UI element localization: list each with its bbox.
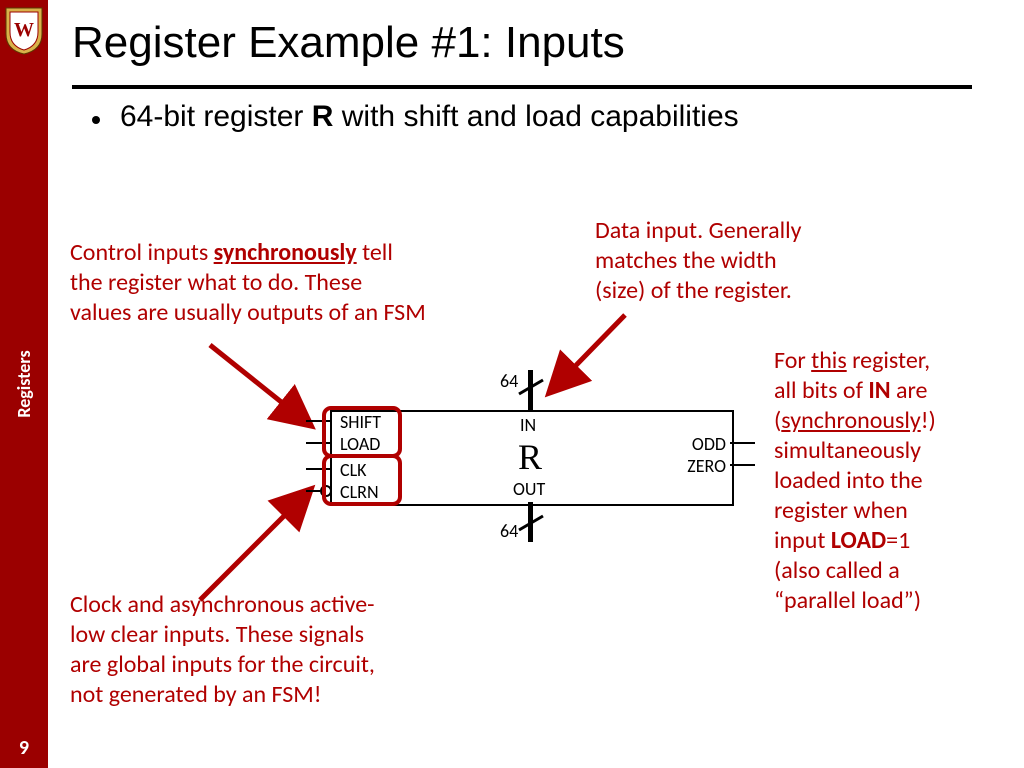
sidebar: W Registers 9 bbox=[0, 0, 48, 768]
slide-title: Register Example #1: Inputs bbox=[72, 18, 625, 68]
anno-load: For this register, all bits of IN are (s… bbox=[774, 346, 1004, 616]
anno-data-input: Data input. Generally matches the width … bbox=[595, 216, 895, 306]
out-bus-slash bbox=[516, 514, 546, 534]
wire-odd bbox=[730, 442, 755, 444]
pin-zero: ZERO bbox=[676, 455, 726, 477]
crest-icon: W bbox=[2, 6, 46, 56]
page-number: 9 bbox=[0, 736, 48, 760]
anno-control: Control inputs synchronously tell the re… bbox=[70, 238, 500, 328]
pin-out: OUT bbox=[513, 478, 545, 500]
title-rule bbox=[72, 85, 972, 89]
wire-zero bbox=[730, 464, 755, 466]
register-name: R bbox=[518, 436, 542, 478]
bullet-text: 64-bit register R with shift and load ca… bbox=[120, 100, 739, 134]
sidebar-label: Registers bbox=[13, 350, 35, 417]
anno-clock: Clock and asynchronous active- low clear… bbox=[70, 590, 470, 710]
pin-odd: ODD bbox=[676, 433, 726, 455]
out-bus-width: 64 bbox=[500, 520, 518, 542]
in-bus-width: 64 bbox=[500, 370, 518, 392]
bullet-dot bbox=[92, 116, 100, 124]
box-clk-clrn bbox=[322, 454, 402, 506]
in-bus-slash bbox=[516, 378, 546, 398]
wire-clrn bbox=[306, 490, 320, 492]
box-shift-load bbox=[322, 406, 402, 458]
svg-text:W: W bbox=[14, 19, 34, 41]
pin-in: IN bbox=[520, 414, 536, 436]
